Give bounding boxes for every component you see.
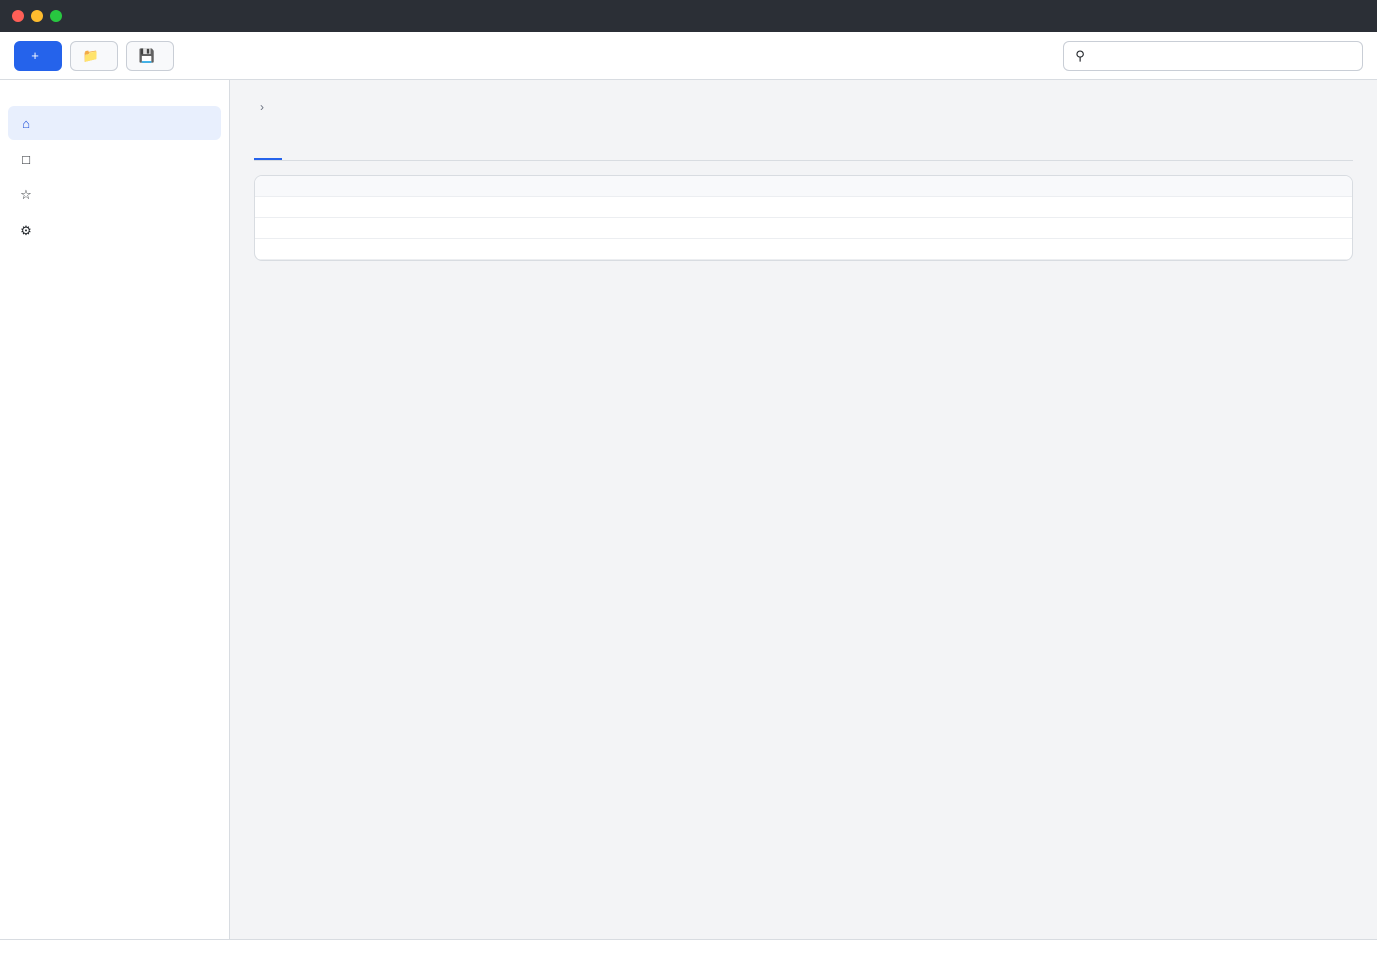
status-bar: [0, 939, 1377, 965]
column-header[interactable]: [1077, 176, 1352, 197]
search-box[interactable]: ⚲: [1063, 40, 1363, 71]
open-button[interactable]: 📁: [70, 40, 118, 71]
table-row[interactable]: [255, 217, 1352, 239]
table-cell: [529, 217, 804, 239]
tab[interactable]: [318, 142, 346, 160]
breadcrumb-separator-icon: ›: [260, 100, 264, 114]
maximize-window-button[interactable]: [50, 10, 62, 22]
document-icon: □: [22, 151, 30, 167]
table-cell: [255, 217, 530, 239]
table-cell: [529, 196, 804, 218]
sidebar-item[interactable]: ☆: [8, 178, 221, 212]
sidebar-item[interactable]: □: [8, 142, 221, 176]
main-area: ⌂ □ ☆ ⚙ ›: [0, 80, 1377, 939]
table-cell: [1077, 217, 1352, 239]
table-cell: [803, 196, 1078, 218]
save-icon: 💾: [138, 47, 156, 63]
window-controls: [12, 10, 62, 22]
table-row[interactable]: [255, 196, 1352, 218]
folder-icon: 📁: [82, 47, 100, 63]
sidebar-item[interactable]: ⌂: [8, 106, 221, 140]
breadcrumb: ›: [254, 100, 1353, 114]
sidebar: ⌂ □ ☆ ⚙: [0, 80, 230, 939]
sidebar-heading: [8, 92, 221, 104]
star-icon: ☆: [20, 187, 32, 202]
close-window-button[interactable]: [12, 10, 24, 22]
home-icon: ⌂: [22, 115, 30, 131]
search-icon: ⚲: [1075, 47, 1085, 63]
table-row[interactable]: [255, 238, 1352, 260]
toolbar: + 📁 💾 ⚲: [0, 32, 1377, 80]
tab[interactable]: [254, 142, 282, 160]
table-cell: [1077, 196, 1352, 218]
table-cell: [255, 238, 530, 260]
data-table: [255, 176, 1352, 260]
sidebar-item[interactable]: ⚙: [8, 214, 221, 248]
table-cell: [803, 217, 1078, 239]
table-cell: [803, 238, 1078, 260]
table-header-row: [255, 176, 1352, 197]
tab[interactable]: [286, 142, 314, 160]
search-input[interactable]: [1094, 48, 1354, 63]
data-table-card: [254, 175, 1353, 261]
app-window: + 📁 💾 ⚲ ⌂ □ ☆ ⚙ ›: [0, 0, 1377, 965]
save-button[interactable]: 💾: [126, 40, 174, 71]
column-header[interactable]: [255, 176, 530, 197]
column-header[interactable]: [529, 176, 804, 197]
title-bar: [0, 0, 1377, 32]
gear-icon: ⚙: [20, 223, 32, 238]
minimize-window-button[interactable]: [31, 10, 43, 22]
tab-bar: [254, 142, 1353, 161]
new-button[interactable]: +: [14, 40, 62, 71]
content-pane: ›: [230, 80, 1377, 939]
plus-icon: +: [31, 48, 39, 63]
column-header[interactable]: [803, 176, 1078, 197]
table-cell: [255, 196, 530, 218]
table-cell: [1077, 238, 1352, 260]
table-cell: [529, 238, 804, 260]
